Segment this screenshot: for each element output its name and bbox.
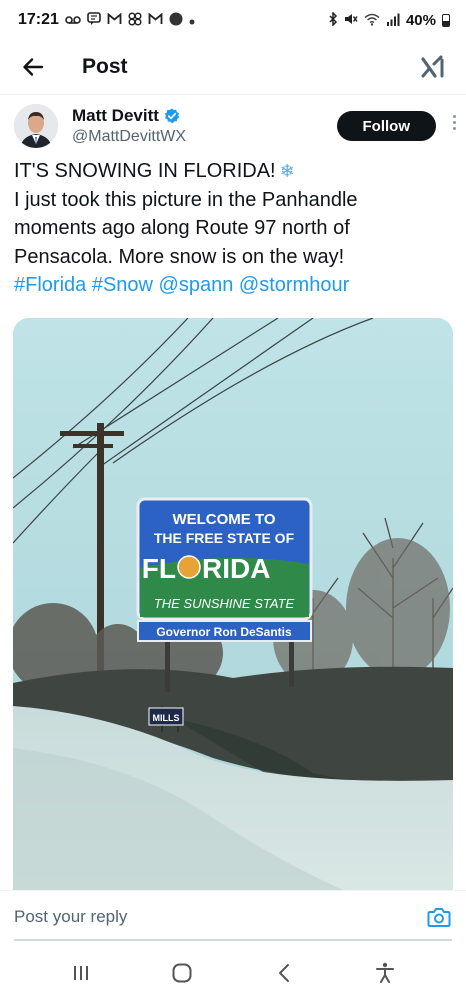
gmail-icon-2 [148, 12, 163, 27]
more-dot-icon [452, 120, 456, 124]
display-name-row: Matt Devitt [72, 106, 186, 126]
accessibility-icon [376, 962, 395, 983]
battery-icon [442, 13, 450, 27]
circle-app-icon [169, 12, 183, 28]
post-line-1-text: IT'S SNOWING IN FLORIDA! [14, 160, 276, 182]
camera-icon [427, 907, 451, 927]
display-name[interactable]: Matt Devitt [72, 106, 159, 126]
chevron-left-icon [278, 964, 289, 982]
pinwheel-icon [128, 12, 142, 28]
recent-apps-button[interactable] [61, 953, 101, 993]
snowflake-emoji-icon: ❄ [279, 161, 295, 181]
sign-florida-right: RIDA [202, 553, 270, 584]
welcome-sign: WELCOME TO THE FREE STATE OF FL RIDA THE… [136, 497, 313, 642]
user-handle[interactable]: @MattDevittWX [72, 128, 186, 146]
post-line-1: IT'S SNOWING IN FLORIDA! ❄ [14, 157, 452, 186]
home-icon [172, 963, 192, 983]
system-back-button[interactable] [264, 953, 304, 993]
top-app-bar: Post [0, 40, 466, 95]
battery-percent: 40% [405, 11, 436, 29]
avatar[interactable] [14, 104, 58, 148]
dot-icon [189, 14, 195, 27]
more-dot-icon [452, 126, 456, 130]
sign-plate: Governor Ron DeSantis [156, 625, 292, 639]
grok-icon [421, 55, 444, 78]
arrow-left-icon [23, 58, 44, 76]
gmail-icon [107, 12, 122, 27]
post-line-3: moments ago along Route 97 north of [14, 217, 350, 239]
home-button[interactable] [162, 953, 202, 993]
mention-spann-link[interactable]: @spann [159, 274, 234, 296]
recent-apps-icon [73, 966, 88, 980]
follow-button[interactable]: Follow [336, 111, 436, 141]
yard-sign-text: MILLS [153, 713, 180, 723]
post-photo[interactable]: WELCOME TO THE FREE STATE OF FL RIDA THE… [13, 318, 453, 890]
avatar-image [14, 104, 58, 148]
status-time: 17:21 [18, 11, 59, 28]
post-line-2: I just took this picture in the Panhandl… [14, 188, 358, 211]
reply-underline [14, 939, 452, 941]
sign-line-4: THE SUNSHINE STATE [154, 596, 295, 611]
system-nav-bar [0, 946, 466, 1000]
chat-icon [87, 12, 101, 28]
sign-florida-left: FL [142, 553, 176, 584]
author-row: Matt Devitt @MattDevittWX Follow [14, 98, 456, 154]
voicemail-icon [65, 14, 81, 27]
post-line-4: Pensacola. More snow is on the way! [14, 245, 345, 268]
post-tags-line: #Florida #Snow @spann @stormhour [14, 271, 452, 300]
accessibility-button[interactable] [365, 953, 405, 993]
wifi-icon [364, 13, 380, 28]
page-title: Post [82, 55, 128, 78]
author-names: Matt Devitt @MattDevittWX [72, 106, 186, 146]
status-left: 17:21 [18, 11, 195, 29]
verified-badge-icon [164, 108, 180, 124]
post-text: IT'S SNOWING IN FLORIDA! ❄ I just took th… [14, 157, 452, 300]
hashtag-snow-link[interactable]: #Snow [92, 274, 153, 296]
signal-icon [386, 13, 400, 28]
mention-stormhour-link[interactable]: @stormhour [239, 274, 349, 296]
status-bar: 17:21 40% [0, 0, 466, 40]
hashtag-florida-link[interactable]: #Florida [14, 274, 86, 296]
photo-scene: WELCOME TO THE FREE STATE OF FL RIDA THE… [13, 318, 453, 890]
camera-button[interactable] [426, 904, 452, 930]
back-button[interactable] [18, 52, 48, 82]
grok-button[interactable] [418, 52, 448, 82]
more-options-button[interactable] [448, 110, 460, 134]
reply-bar: Post your reply [0, 890, 466, 942]
status-right: 40% [328, 11, 450, 29]
bluetooth-icon [328, 11, 338, 28]
sign-orange-icon [177, 555, 201, 579]
sign-line-2: THE FREE STATE OF [154, 530, 295, 546]
reply-input[interactable]: Post your reply [14, 907, 127, 927]
sign-line-1: WELCOME TO [172, 511, 275, 528]
more-dot-icon [452, 114, 456, 118]
mute-icon [344, 12, 358, 28]
